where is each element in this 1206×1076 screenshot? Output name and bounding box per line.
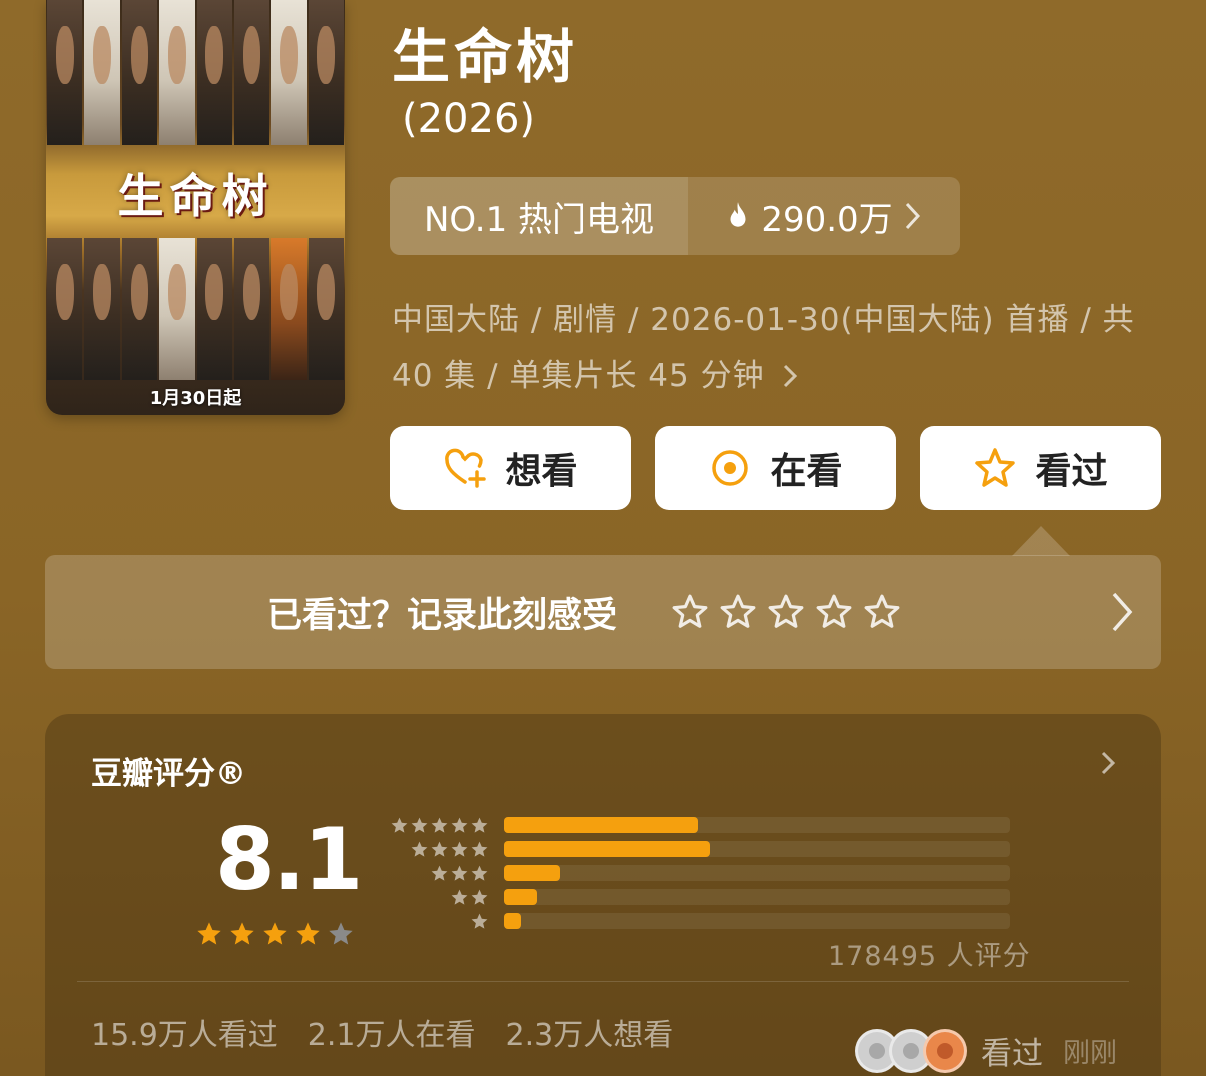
avatar-stack bbox=[855, 1028, 967, 1073]
rating-title: 豆瓣评分® bbox=[91, 756, 246, 792]
poster-cast-bottom bbox=[46, 238, 345, 380]
distribution-stars bbox=[385, 864, 489, 883]
heat-value: 290.0万 bbox=[761, 199, 893, 240]
distribution-bar-track bbox=[504, 889, 1010, 905]
rate-prompt-text: 已看过？记录此刻感受 bbox=[267, 595, 618, 636]
star-small-icon bbox=[471, 817, 488, 833]
distribution-bar-track bbox=[504, 865, 1010, 881]
star-small-icon bbox=[451, 889, 468, 905]
audience-stats: 15.9万人看过 2.1万人在看 2.3万人想看 bbox=[91, 1010, 673, 1054]
prompt-caret bbox=[1012, 526, 1070, 556]
chevron-right-icon bbox=[784, 364, 798, 388]
star-filled-icon bbox=[230, 922, 254, 945]
star-filled-icon bbox=[263, 922, 287, 945]
score-stars bbox=[195, 920, 355, 948]
heart-plus-icon bbox=[445, 448, 487, 488]
meta-info[interactable]: 中国大陆 / 剧情 / 2026-01-30(中国大陆) 首播 / 共 40 集… bbox=[392, 292, 1152, 404]
star-outline-icon[interactable] bbox=[863, 593, 901, 631]
poster-cast-top bbox=[46, 0, 345, 145]
meta-info-text: 中国大陆 / 剧情 / 2026-01-30(中国大陆) 首播 / 共 40 集… bbox=[392, 302, 1135, 394]
distribution-stars bbox=[385, 888, 489, 907]
recent-label: 看过 bbox=[981, 1036, 1043, 1072]
poster[interactable]: 生命树 1月30日起 bbox=[46, 0, 345, 415]
watched-label: 看过 bbox=[1035, 451, 1108, 492]
star-small-icon bbox=[451, 865, 468, 881]
distribution-row-2-star bbox=[385, 887, 1010, 907]
star-small-icon bbox=[471, 889, 488, 905]
star-small-icon bbox=[451, 841, 468, 857]
star-small-icon bbox=[431, 817, 448, 833]
distribution-row-5-star bbox=[385, 815, 1010, 835]
star-outline-icon[interactable] bbox=[671, 593, 709, 631]
rating-count: 178495 人评分 bbox=[828, 941, 1031, 972]
watching-label: 在看 bbox=[770, 451, 843, 492]
release-year: (2026) bbox=[402, 96, 536, 142]
distribution-bar-track bbox=[504, 913, 1010, 929]
distribution-bar bbox=[504, 889, 537, 905]
rating-score: 8.1 bbox=[215, 810, 363, 910]
star-outline-icon[interactable] bbox=[815, 593, 853, 631]
distribution-bar bbox=[504, 841, 710, 857]
distribution-stars bbox=[385, 816, 489, 835]
ranking-pill[interactable]: NO.1 热门电视 290.0万 bbox=[390, 177, 960, 255]
watching-button[interactable]: 在看 bbox=[655, 426, 896, 510]
star-small-icon bbox=[431, 841, 448, 857]
star-small-icon bbox=[471, 841, 488, 857]
watched-button[interactable]: 看过 bbox=[920, 426, 1161, 510]
star-empty-icon bbox=[329, 922, 353, 945]
avatar bbox=[923, 1028, 967, 1073]
rating-card[interactable]: 豆瓣评分® 8.1 178495 人评分 15.9万人看过 2.1万人在看 2.… bbox=[45, 714, 1161, 1076]
recent-activity[interactable]: 看过 刚刚 bbox=[855, 1028, 1117, 1073]
star-small-icon bbox=[411, 841, 428, 857]
poster-air-date: 1月30日起 bbox=[149, 388, 242, 409]
distribution-bar bbox=[504, 913, 522, 929]
star-small-icon bbox=[471, 865, 488, 881]
distribution-row-3-star bbox=[385, 863, 1010, 883]
stat-watching: 2.1万人在看 bbox=[307, 1018, 476, 1053]
want-label: 想看 bbox=[505, 451, 578, 492]
target-icon bbox=[712, 450, 749, 486]
rate-prompt[interactable]: 已看过？记录此刻感受 bbox=[45, 555, 1161, 669]
poster-title-art: 生命树 bbox=[117, 169, 274, 223]
star-small-icon bbox=[451, 817, 468, 833]
chevron-right-icon bbox=[905, 202, 920, 230]
distribution-stars bbox=[385, 912, 489, 931]
heat-value-group: 290.0万 bbox=[688, 177, 960, 255]
distribution-bar bbox=[504, 865, 561, 881]
star-filled-icon bbox=[197, 922, 221, 945]
distribution-bar bbox=[504, 817, 698, 833]
star-small-icon bbox=[391, 817, 408, 833]
distribution-bar-track bbox=[504, 841, 1010, 857]
want-button[interactable]: 想看 bbox=[390, 426, 631, 510]
star-filled-icon bbox=[296, 922, 320, 945]
stat-watched: 15.9万人看过 bbox=[91, 1018, 278, 1053]
star-outline-icon bbox=[975, 448, 1016, 487]
distribution-bar-track bbox=[504, 817, 1010, 833]
distribution-row-1-star bbox=[385, 911, 1010, 931]
star-outline-icon[interactable] bbox=[767, 593, 805, 631]
divider bbox=[77, 981, 1129, 982]
rate-star-group[interactable] bbox=[671, 593, 901, 631]
star-small-icon bbox=[471, 913, 488, 929]
chevron-right-icon bbox=[1112, 592, 1133, 632]
rank-label: NO.1 热门电视 bbox=[390, 177, 688, 255]
stat-want: 2.3万人想看 bbox=[505, 1018, 674, 1053]
page-title: 生命树 bbox=[392, 23, 579, 91]
flame-icon bbox=[730, 202, 746, 227]
recent-time: 刚刚 bbox=[1063, 1038, 1117, 1069]
star-small-icon bbox=[431, 865, 448, 881]
chevron-right-icon bbox=[1101, 751, 1116, 775]
distribution-row-4-star bbox=[385, 839, 1010, 859]
star-outline-icon[interactable] bbox=[719, 593, 757, 631]
distribution-stars bbox=[385, 840, 489, 859]
star-small-icon bbox=[411, 817, 428, 833]
